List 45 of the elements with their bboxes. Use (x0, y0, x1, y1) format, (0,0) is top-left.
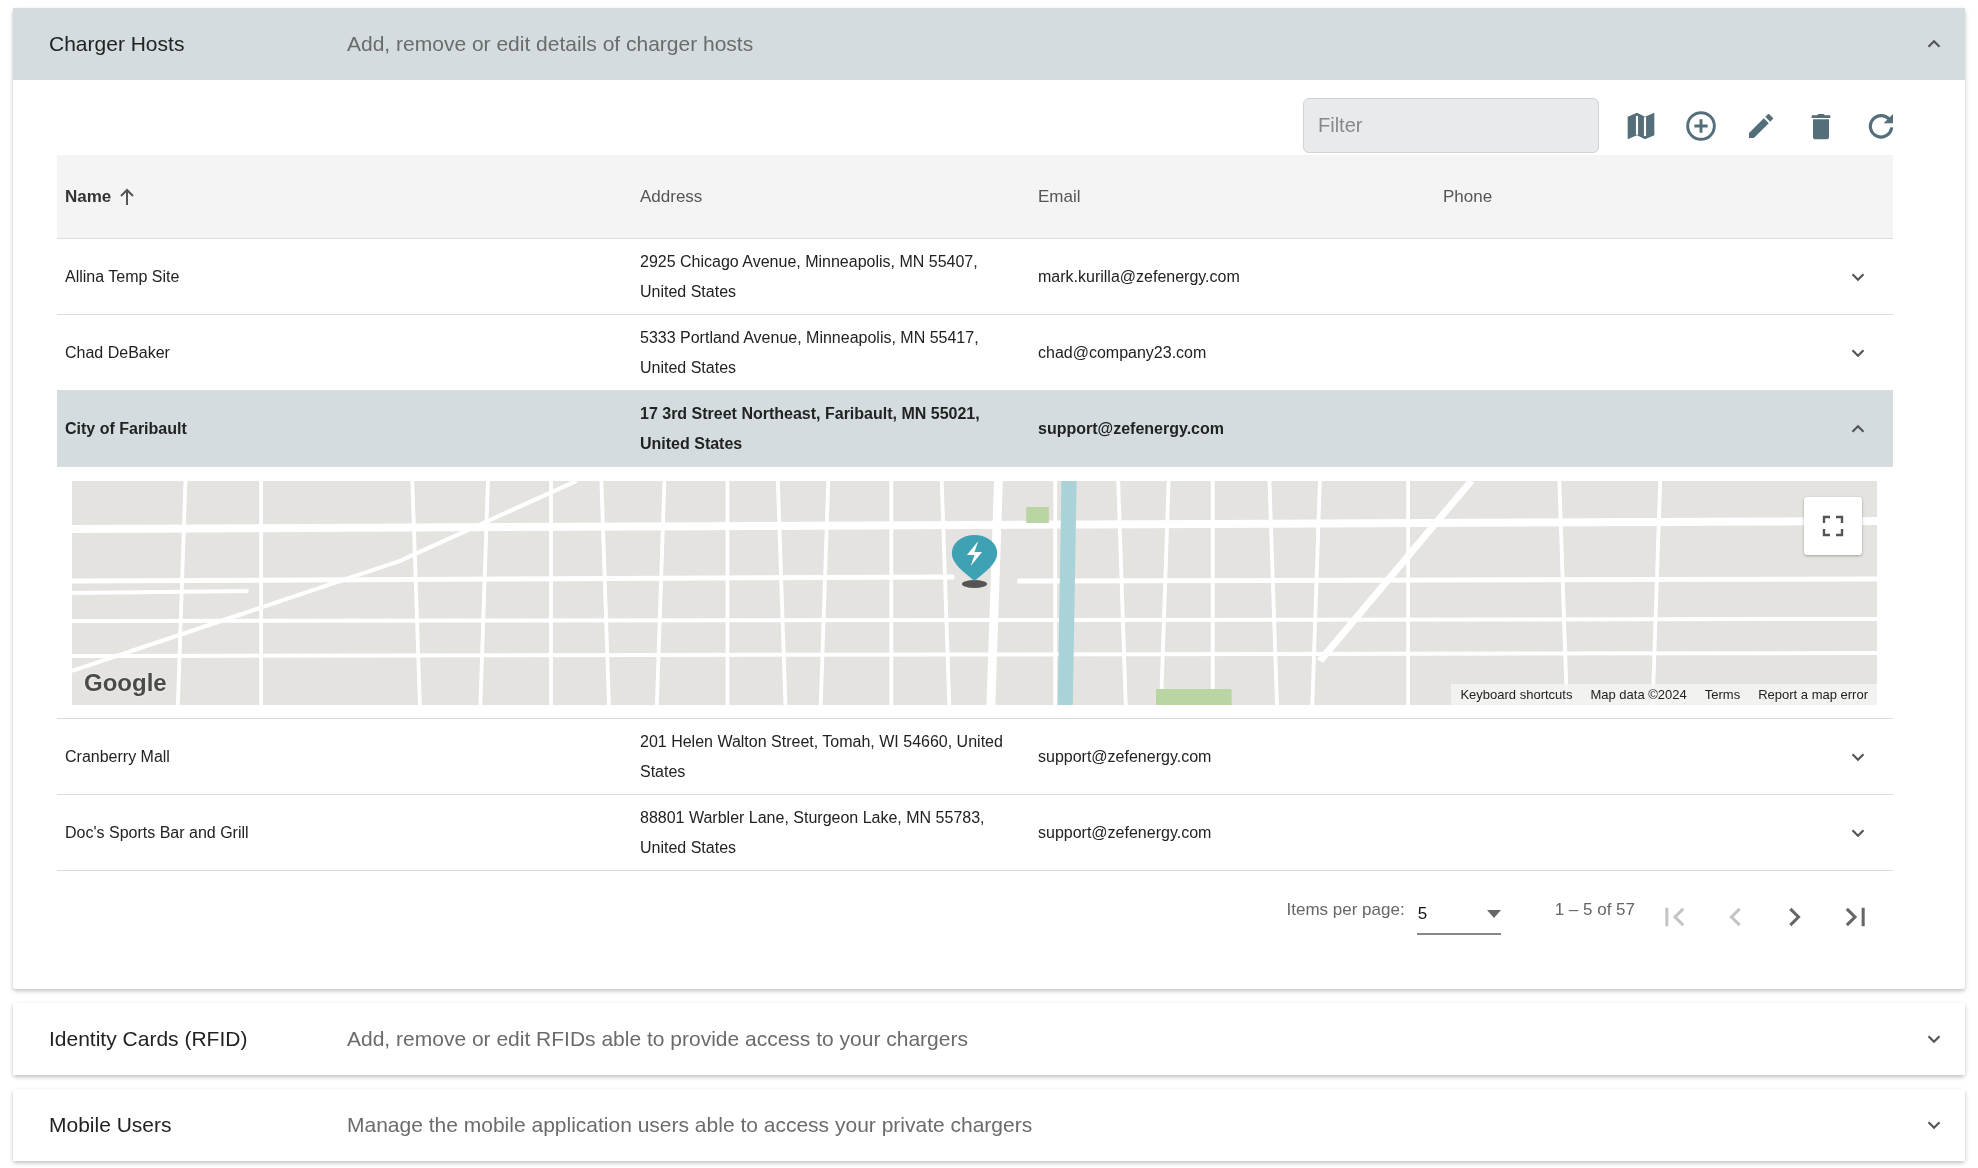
add-icon (1685, 109, 1717, 142)
page-size-select[interactable]: 5 (1416, 897, 1501, 935)
page-range: 1 – 5 of 57 (1554, 899, 1635, 921)
table-cell-text: 2925 Chicago Avenue, Minneapolis, MN 55407, United States (639, 251, 979, 302)
table-cell-text: mark.kurilla@zefenergy.com (1037, 266, 1241, 287)
column-header[interactable]: Email (1038, 183, 1081, 210)
table-cell-text: 5333 Portland Avenue, Minneapolis, MN 55417, United States (639, 327, 980, 378)
table-cell-text: Cranberry Mall (64, 746, 171, 767)
caret-icon (1486, 909, 1501, 918)
table-cell-text: chad@company23.com (1037, 342, 1208, 363)
table-row[interactable]: Allina Temp Site 2925 Chicago Avenue, Minneapolis, MN 55407, United States mark.kurilla@zefenergy.com (57, 239, 1893, 315)
panel-header[interactable]: Identity Cards (RFID) Add, remove or edit RFIDs able to provide access to your chargers (13, 1003, 1965, 1075)
panel-header[interactable]: Charger Hosts Add, remove or edit details of charger hosts (13, 8, 1965, 80)
table-cell-text: 201 Helen Walton Street, Tomah, WI 54660, United States (639, 731, 1004, 782)
table-cell-text: support@zefenergy.com (1037, 418, 1225, 439)
map-footer-link[interactable]: Map data ©2024 (1581, 683, 1696, 705)
panel-header[interactable]: Mobile Users Manage the mobile application users able to access your private chargers (13, 1089, 1965, 1161)
table-cell-text: support@zefenergy.com (1037, 746, 1213, 767)
panel-title: Charger Hosts (49, 31, 186, 58)
panel-title: Mobile Users (49, 1112, 173, 1139)
map-footer-link[interactable]: Terms (1695, 683, 1750, 705)
table-cell-text: 88801 Warbler Lane, Sturgeon Lake, MN 55783, United States (639, 807, 986, 858)
items-per-page-label: Items per page: (1286, 899, 1405, 921)
table-cell-text: support@zefenergy.com (1037, 822, 1213, 843)
table-cell-text: Allina Temp Site (64, 266, 181, 287)
panel-description: Add, remove or edit RFIDs able to provide access to your chargers (347, 1026, 969, 1053)
column-header[interactable]: Address (640, 183, 703, 210)
fullscreen-icon (1821, 514, 1845, 538)
table-row[interactable]: Doc's Sports Bar and Grill 88801 Warbler Lane, Sturgeon Lake, MN 55783, United States support@zefenergy.com (57, 795, 1893, 871)
panel-description: Manage the mobile application users able to access your private chargers (347, 1112, 1034, 1139)
table-row[interactable]: Cranberry Mall 201 Helen Walton Street, Tomah, WI 54660, United States support@zefenergy.com (57, 719, 1893, 795)
panel-title: Identity Cards (RFID) (49, 1026, 249, 1053)
map-footer-link[interactable]: Keyboard shortcuts (1451, 683, 1582, 705)
fullscreen-button[interactable] (1804, 497, 1862, 555)
table-row[interactable]: City of Faribault 17 3rd Street Northeast, Faribault, MN 55021, United States support@zefenergy.com (57, 391, 1893, 467)
column-header[interactable]: Name (65, 183, 112, 210)
table-cell-text: Chad DeBaker (64, 342, 171, 363)
table-cell-text: Doc's Sports Bar and Grill (64, 822, 250, 843)
table-cell-text: 17 3rd Street Northeast, Faribault, MN 55021, United States (639, 403, 981, 454)
map-footer-link[interactable]: Report a map error (1749, 683, 1877, 705)
panel-description: Add, remove or edit details of charger hosts (347, 31, 755, 58)
map-logo: Google (84, 668, 167, 698)
table-cell-text: City of Faribault (64, 418, 188, 439)
column-header[interactable]: Phone (1443, 183, 1493, 210)
filter-field[interactable]: Filter (1303, 98, 1599, 153)
